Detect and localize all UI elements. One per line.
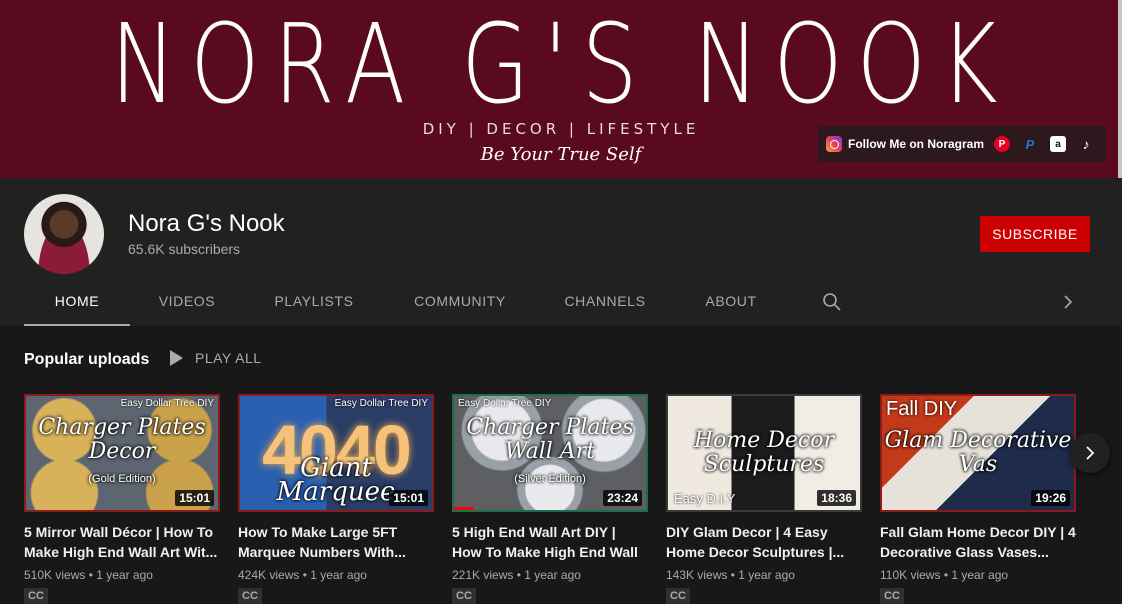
video-duration: 15:01 xyxy=(389,490,428,506)
video-meta: 110K views • 1 year ago xyxy=(880,568,1009,582)
video-title[interactable]: How To Make Large 5FT Marquee Numbers Wi… xyxy=(238,522,434,562)
cc-badge: CC xyxy=(238,588,262,604)
channel-name: Nora G's Nook xyxy=(128,210,285,237)
video-card[interactable]: 4040 Easy Dollar Tree DIY Giant Marquee … xyxy=(238,394,434,604)
pinterest-icon[interactable]: P xyxy=(994,136,1010,152)
play-all-label: PLAY ALL xyxy=(195,350,262,366)
tab-about[interactable]: ABOUT xyxy=(694,278,768,326)
channel-banner: NORA G'S NOOK DIY | DECOR | LIFESTYLE Be… xyxy=(0,0,1122,178)
tiktok-icon[interactable]: ♪ xyxy=(1078,136,1094,152)
social-label[interactable]: Follow Me on Noragram xyxy=(848,137,984,151)
section-title: Popular uploads xyxy=(24,351,150,368)
instagram-icon[interactable] xyxy=(826,136,842,152)
banner-social-links: Follow Me on Noragram P P a ♪ xyxy=(818,126,1106,162)
video-duration: 23:24 xyxy=(603,490,642,506)
chevron-right-icon xyxy=(1086,446,1095,460)
video-card[interactable]: Easy Dollar Tree DIY Charger Plates Wall… xyxy=(452,394,648,604)
video-meta: 510K views • 1 year ago xyxy=(24,568,153,582)
video-title[interactable]: 5 High End Wall Art DIY | How To Make Hi… xyxy=(452,522,648,562)
video-thumbnail[interactable]: Easy Dollar Tree DIY Charger Plates Deco… xyxy=(24,394,220,512)
tab-playlists[interactable]: PLAYLISTS xyxy=(262,278,366,326)
watch-progress-bar xyxy=(454,507,474,510)
amazon-icon[interactable]: a xyxy=(1050,136,1066,152)
video-title[interactable]: DIY Glam Decor | 4 Easy Home Decor Sculp… xyxy=(666,522,862,562)
subscriber-count: 65.6K subscribers xyxy=(128,241,241,257)
video-thumbnail[interactable]: Easy Dollar Tree DIY Charger Plates Wall… xyxy=(452,394,648,512)
video-meta: 424K views • 1 year ago xyxy=(238,568,367,582)
chevron-right-icon[interactable] xyxy=(1058,292,1078,312)
video-card[interactable]: Easy Dollar Tree DIY Charger Plates Deco… xyxy=(24,394,220,604)
play-icon xyxy=(170,350,183,366)
play-all-button[interactable]: PLAY ALL xyxy=(170,350,262,366)
video-card[interactable]: Easy D.I.Y Home Decor Sculptures 18:36 D… xyxy=(666,394,862,604)
paypal-icon[interactable]: P xyxy=(1022,136,1038,152)
video-duration: 19:26 xyxy=(1031,490,1070,506)
cc-badge: CC xyxy=(666,588,690,604)
video-meta: 221K views • 1 year ago xyxy=(452,568,581,582)
cc-badge: CC xyxy=(880,588,904,604)
video-title[interactable]: 5 Mirror Wall Décor | How To Make High E… xyxy=(24,522,220,562)
video-thumbnail[interactable]: Easy D.I.Y Home Decor Sculptures 18:36 xyxy=(666,394,862,512)
video-meta: 143K views • 1 year ago xyxy=(666,568,795,582)
tab-home[interactable]: HOME xyxy=(24,278,130,326)
video-thumbnail[interactable]: Fall DIY Glam Decorative Vas 19:26 xyxy=(880,394,1076,512)
channel-header: Nora G's Nook 65.6K subscribers SUBSCRIB… xyxy=(0,178,1122,326)
video-duration: 18:36 xyxy=(817,490,856,506)
video-thumbnail[interactable]: 4040 Easy Dollar Tree DIY Giant Marquee … xyxy=(238,394,434,512)
video-card[interactable]: Fall DIY Glam Decorative Vas 19:26 Fall … xyxy=(880,394,1076,604)
search-icon[interactable] xyxy=(822,292,842,312)
avatar[interactable] xyxy=(24,194,104,274)
cc-badge: CC xyxy=(24,588,48,604)
video-title[interactable]: Fall Glam Home Decor DIY | 4 Decorative … xyxy=(880,522,1076,562)
banner-title: NORA G'S NOOK xyxy=(110,0,1012,129)
subscribe-button[interactable]: SUBSCRIBE xyxy=(980,216,1090,252)
video-shelf: Easy Dollar Tree DIY Charger Plates Deco… xyxy=(24,394,1100,604)
carousel-next-button[interactable] xyxy=(1070,433,1110,473)
tab-community[interactable]: COMMUNITY xyxy=(402,278,518,326)
cc-badge: CC xyxy=(452,588,476,604)
tab-channels[interactable]: CHANNELS xyxy=(554,278,656,326)
channel-tabs: HOME VIDEOS PLAYLISTS COMMUNITY CHANNELS… xyxy=(0,278,1122,326)
tab-videos[interactable]: VIDEOS xyxy=(148,278,226,326)
video-duration: 15:01 xyxy=(175,490,214,506)
